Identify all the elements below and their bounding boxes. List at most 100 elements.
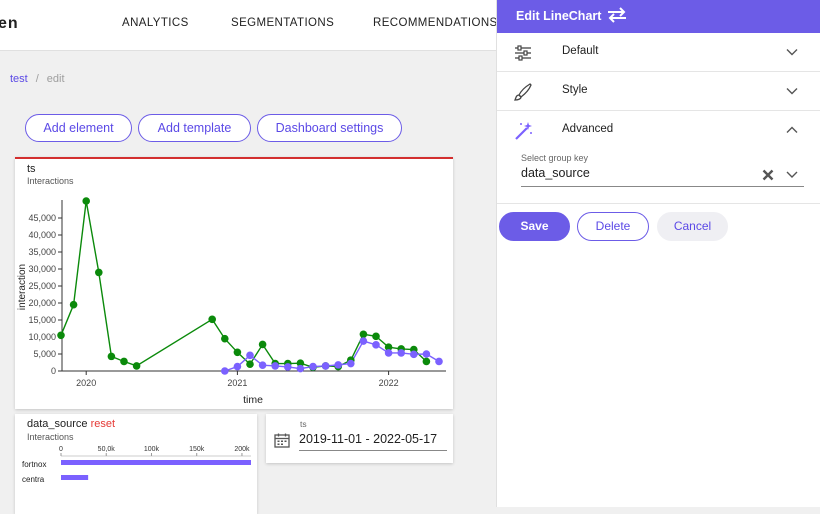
date-filter-label: ts bbox=[300, 419, 307, 429]
section-advanced[interactable]: Advanced bbox=[497, 111, 820, 150]
breadcrumb-test-link[interactable]: test bbox=[10, 73, 28, 85]
data-source-chart-card[interactable]: data_source reset Interactions 0 50,0k 100… bbox=[15, 414, 257, 514]
y-tick-label: 45,000 bbox=[28, 213, 56, 223]
data-point-0 bbox=[246, 360, 254, 368]
app-logo[interactable]: en bbox=[0, 15, 19, 33]
section-advanced-label: Advanced bbox=[562, 123, 614, 135]
section-style-label: Style bbox=[562, 84, 588, 96]
chevron-down-icon[interactable] bbox=[786, 85, 798, 97]
bar-chart: 0 50,0k 100k 150k 200k fortnox centra bbox=[22, 446, 251, 484]
data-point-0 bbox=[57, 331, 65, 340]
data-point-1 bbox=[359, 337, 368, 345]
add-template-button[interactable]: Add template bbox=[138, 114, 251, 142]
y-tick-label: 40,000 bbox=[28, 230, 56, 240]
magic-wand-icon bbox=[515, 122, 532, 140]
data-point-1 bbox=[271, 362, 280, 370]
swap-icon[interactable] bbox=[606, 7, 628, 23]
panel-title: Edit LineChart bbox=[516, 9, 602, 23]
series-line-0 bbox=[60, 200, 427, 368]
data-point-1 bbox=[258, 361, 267, 370]
data-point-1 bbox=[384, 349, 393, 357]
data-point-0 bbox=[422, 357, 431, 366]
y-tick-label: 15,000 bbox=[28, 315, 56, 325]
bar-x-tick-label: 150k bbox=[189, 446, 205, 453]
top-navbar: en ANALYTICS SEGMENTATIONS RECOMMENDATIO… bbox=[0, 0, 497, 51]
nav-recommendations[interactable]: RECOMMENDATIONS bbox=[373, 17, 498, 29]
data-point-1 bbox=[397, 349, 406, 357]
data-point-0 bbox=[208, 315, 216, 324]
data-point-1 bbox=[372, 341, 380, 349]
line-chart: 0 5,000 10,000 15,000 20,000 25,000 30,000 35,0… bbox=[17, 197, 446, 406]
data-point-1 bbox=[410, 350, 418, 359]
data-point-1 bbox=[284, 363, 292, 371]
bar-x-tick-label: 100k bbox=[144, 446, 160, 453]
data-point-0 bbox=[95, 268, 103, 277]
cancel-button[interactable]: Cancel bbox=[657, 212, 728, 241]
divider bbox=[497, 203, 820, 204]
chevron-down-icon[interactable] bbox=[786, 170, 798, 180]
data-point-1 bbox=[334, 361, 343, 369]
nav-analytics[interactable]: ANALYTICS bbox=[122, 17, 189, 29]
data-point-1 bbox=[422, 350, 431, 358]
breadcrumb-current: edit bbox=[46, 73, 65, 85]
dashboard-settings-button[interactable]: Dashboard settings bbox=[257, 114, 402, 142]
data-point-1 bbox=[221, 367, 229, 375]
breadcrumb-separator: / bbox=[35, 73, 39, 85]
x-tick-label: 2021 bbox=[227, 378, 247, 388]
group-key-select[interactable]: data_source bbox=[521, 165, 804, 187]
y-axis-label: interaction bbox=[17, 264, 28, 310]
save-button[interactable]: Save bbox=[499, 212, 570, 241]
add-element-button[interactable]: Add element bbox=[25, 114, 132, 142]
y-tick-label: 20,000 bbox=[28, 298, 56, 308]
data-point-1 bbox=[435, 357, 443, 366]
data-point-0 bbox=[372, 332, 380, 341]
data-point-1 bbox=[347, 359, 355, 368]
x-tick-label: 2020 bbox=[76, 378, 96, 388]
data-point-1 bbox=[321, 362, 330, 370]
y-tick-label: 5,000 bbox=[33, 349, 56, 359]
bar-x-tick-label: 200k bbox=[234, 446, 250, 453]
group-key-label: Select group key bbox=[521, 153, 589, 163]
clear-icon[interactable] bbox=[762, 169, 774, 181]
data-point-1 bbox=[296, 364, 305, 373]
section-default[interactable]: Default bbox=[497, 33, 820, 72]
x-axis-label: time bbox=[243, 394, 263, 406]
data-point-0 bbox=[221, 334, 229, 343]
chevron-down-icon[interactable] bbox=[786, 46, 798, 58]
section-default-label: Default bbox=[562, 45, 599, 57]
data-point-0 bbox=[120, 357, 128, 366]
data-point-0 bbox=[359, 330, 368, 339]
x-tick-label: 2022 bbox=[379, 378, 399, 388]
section-style[interactable]: Style bbox=[497, 72, 820, 111]
bar-x-tick-label: 50,0k bbox=[98, 446, 116, 453]
breadcrumb: test / edit bbox=[10, 73, 65, 85]
y-tick-label: 25,000 bbox=[28, 281, 56, 291]
data-point-1 bbox=[246, 351, 254, 360]
calendar-icon[interactable] bbox=[274, 433, 290, 448]
y-tick-label: 35,000 bbox=[28, 247, 56, 257]
group-key-value: data_source bbox=[521, 166, 590, 180]
delete-button[interactable]: Delete bbox=[577, 212, 649, 241]
data-point-0 bbox=[233, 348, 242, 357]
date-filter-card[interactable]: ts 2019-11-01 - 2022-05-17 bbox=[266, 414, 453, 463]
data-point-1 bbox=[309, 362, 317, 371]
y-tick-label: 0 bbox=[51, 366, 56, 376]
bar-category-label: fortnox bbox=[22, 460, 46, 469]
panel-header: Edit LineChart bbox=[497, 0, 820, 33]
data-point-1 bbox=[233, 362, 242, 371]
data-point-0 bbox=[107, 352, 116, 361]
chevron-up-icon[interactable] bbox=[786, 124, 798, 136]
nav-segmentations[interactable]: SEGMENTATIONS bbox=[231, 17, 334, 29]
y-tick-label: 10,000 bbox=[28, 332, 56, 342]
bar-category-label: centra bbox=[22, 475, 45, 484]
y-tick-label: 30,000 bbox=[28, 264, 56, 274]
bar-centra bbox=[61, 475, 89, 480]
date-range-input[interactable]: 2019-11-01 - 2022-05-17 bbox=[299, 432, 447, 451]
brush-icon bbox=[513, 83, 532, 101]
line-chart-card[interactable]: ts Interactions 0 5,000 10,000 15,000 20,000… bbox=[15, 157, 453, 409]
sliders-icon bbox=[515, 45, 531, 61]
data-point-0 bbox=[82, 197, 90, 205]
data-point-0 bbox=[69, 300, 78, 309]
data-point-0 bbox=[132, 362, 141, 370]
bar-x-tick-label: 0 bbox=[59, 446, 63, 453]
